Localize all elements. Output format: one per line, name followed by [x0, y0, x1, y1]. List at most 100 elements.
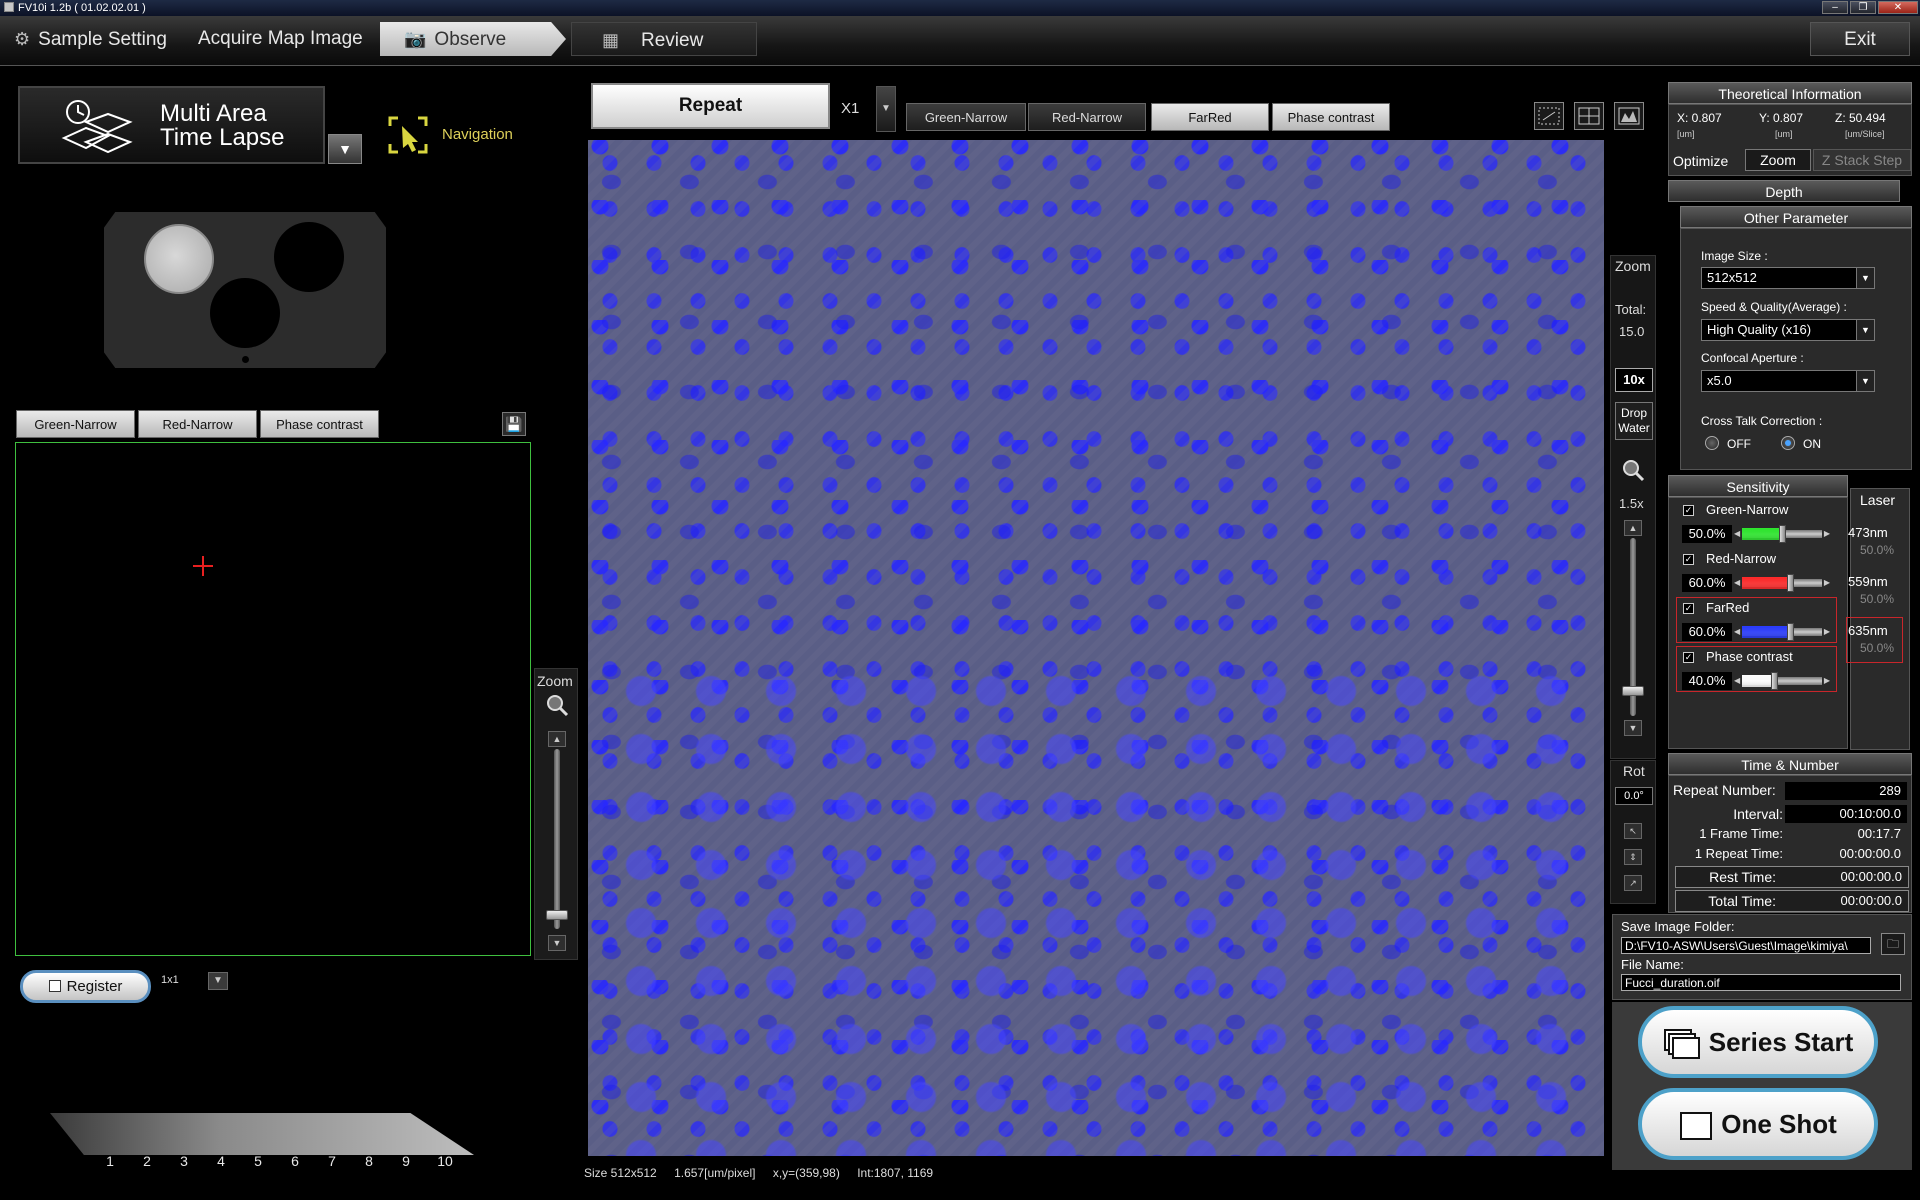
top-tab-phase-contrast[interactable]: Phase contrast: [1272, 103, 1390, 131]
timeline-point[interactable]: 9: [396, 1153, 416, 1169]
cross-talk-off-radio[interactable]: [1705, 436, 1719, 450]
timeline-point[interactable]: 4: [211, 1153, 231, 1169]
file-name-field[interactable]: Fucci_duration.oif: [1621, 974, 1901, 991]
sensitivity-value[interactable]: 40.0%: [1682, 672, 1732, 690]
sensitivity-slider[interactable]: ◀ ▶: [1734, 671, 1830, 691]
slider-left-arrow-icon[interactable]: ◀: [1734, 578, 1740, 587]
top-tab-farred[interactable]: FarRed: [1151, 103, 1269, 131]
sensitivity-value[interactable]: 50.0%: [1682, 525, 1732, 543]
repeat-count-dropdown[interactable]: ▼: [876, 86, 896, 132]
laser-power[interactable]: 50.0%: [1860, 592, 1894, 606]
minimize-button[interactable]: –: [1822, 1, 1848, 14]
timeline-point[interactable]: 6: [285, 1153, 305, 1169]
sensitivity-slider[interactable]: ◀ ▶: [1734, 573, 1830, 593]
depth-tab[interactable]: Depth: [1668, 180, 1900, 202]
objective-10x-button[interactable]: 10x: [1615, 368, 1653, 392]
browse-folder-icon[interactable]: 🗀: [1881, 933, 1905, 955]
one-shot-button[interactable]: One Shot: [1638, 1088, 1878, 1160]
left-tab-phase-contrast[interactable]: Phase contrast: [260, 410, 379, 438]
top-tab-green-narrow[interactable]: Green-Narrow: [906, 103, 1026, 131]
speed-quality-select[interactable]: High Quality (x16) ▼: [1701, 319, 1875, 341]
timeline-point[interactable]: 2: [137, 1153, 157, 1169]
top-tab-red-narrow[interactable]: Red-Narrow: [1028, 103, 1146, 131]
save-icon[interactable]: 💾: [502, 412, 526, 436]
grid-icon: ▦: [602, 30, 620, 50]
speed-quality-value: High Quality (x16): [1707, 322, 1812, 337]
register-button[interactable]: Register: [20, 970, 151, 1003]
slider-left-arrow-icon[interactable]: ◀: [1734, 529, 1740, 538]
sensitivity-slider[interactable]: ◀ ▶: [1734, 622, 1830, 642]
nav-observe[interactable]: 📷 Observe: [380, 22, 566, 56]
timeline-point[interactable]: 8: [359, 1153, 379, 1169]
well-3[interactable]: [210, 278, 280, 348]
nav-acquire-map-image[interactable]: Acquire Map Image: [188, 22, 373, 56]
slider-knob[interactable]: [1787, 623, 1794, 641]
sensitivity-checkbox[interactable]: ✓: [1683, 505, 1694, 516]
mode-selector[interactable]: Multi Area Time Lapse: [18, 86, 325, 164]
interval-field[interactable]: 00:10:00.0: [1785, 805, 1907, 823]
chevron-down-icon: ▼: [1856, 268, 1874, 288]
rotate-reset-button[interactable]: ⇕: [1624, 849, 1642, 865]
roi-icon[interactable]: [1534, 102, 1564, 130]
slider-knob[interactable]: [1787, 574, 1794, 592]
well-1[interactable]: [144, 224, 214, 294]
drop-water-button[interactable]: Drop Water: [1615, 402, 1653, 440]
zoom-up-button[interactable]: ▲: [1624, 520, 1642, 536]
sensitivity-value[interactable]: 60.0%: [1682, 623, 1732, 641]
map-zoom-track[interactable]: [554, 749, 560, 929]
left-tab-red-narrow[interactable]: Red-Narrow: [138, 410, 257, 438]
repeat-number-field[interactable]: 289: [1785, 782, 1907, 800]
navigation-label[interactable]: Navigation: [442, 126, 513, 143]
timeline-point[interactable]: 1: [100, 1153, 120, 1169]
slider-knob[interactable]: [1779, 525, 1786, 543]
rotation-value[interactable]: 0.0°: [1615, 787, 1653, 805]
restore-button[interactable]: ❐: [1850, 1, 1876, 14]
zoom-down-button[interactable]: ▼: [1624, 720, 1642, 736]
confocal-aperture-select[interactable]: x5.0 ▼: [1701, 370, 1875, 392]
left-tab-green-narrow[interactable]: Green-Narrow: [16, 410, 135, 438]
exit-button[interactable]: Exit: [1810, 22, 1910, 56]
map-zoom-knob[interactable]: [546, 910, 568, 920]
zoom-knob[interactable]: [1622, 686, 1644, 696]
rotate-cw-button[interactable]: ↗: [1624, 875, 1642, 891]
slider-knob[interactable]: [1771, 672, 1778, 690]
slider-right-arrow-icon[interactable]: ▶: [1824, 578, 1830, 587]
grid-size-dropdown[interactable]: ▼: [208, 972, 228, 990]
sensitivity-checkbox[interactable]: ✓: [1683, 554, 1694, 565]
histogram-icon[interactable]: [1614, 102, 1644, 130]
navigation-icon[interactable]: [388, 116, 428, 154]
slider-right-arrow-icon[interactable]: ▶: [1824, 627, 1830, 636]
nav-review[interactable]: ▦ Review: [571, 22, 757, 56]
series-start-button[interactable]: Series Start: [1638, 1006, 1878, 1078]
timeline-point[interactable]: 7: [322, 1153, 342, 1169]
save-folder-field[interactable]: D:\FV10-ASW\Users\Guest\Image\kimiya\: [1621, 937, 1871, 954]
live-image-view[interactable]: [588, 140, 1604, 1156]
sensitivity-checkbox[interactable]: ✓: [1683, 652, 1694, 663]
timeline-point[interactable]: 5: [248, 1153, 268, 1169]
rotate-ccw-button[interactable]: ↖: [1624, 823, 1642, 839]
laser-power[interactable]: 50.0%: [1860, 543, 1894, 557]
optimize-zstack-button[interactable]: Z Stack Step: [1813, 149, 1911, 171]
sensitivity-value[interactable]: 60.0%: [1682, 574, 1732, 592]
cross-talk-on-radio[interactable]: [1781, 436, 1795, 450]
sensitivity-slider[interactable]: ◀ ▶: [1734, 524, 1830, 544]
timeline-point[interactable]: 10: [435, 1153, 455, 1169]
nav-sample-setting[interactable]: ⚙ Sample Setting: [4, 22, 177, 56]
close-window-button[interactable]: ✕: [1878, 1, 1918, 14]
repeat-button[interactable]: Repeat: [591, 83, 830, 129]
sensitivity-checkbox[interactable]: ✓: [1683, 603, 1694, 614]
mode-dropdown-button[interactable]: ▼: [328, 134, 362, 164]
slider-left-arrow-icon[interactable]: ◀: [1734, 627, 1740, 636]
optimize-zoom-button[interactable]: Zoom: [1745, 149, 1811, 171]
timeline-point[interactable]: 3: [174, 1153, 194, 1169]
well-2[interactable]: [274, 222, 344, 292]
tile-view-icon[interactable]: [1574, 102, 1604, 130]
slider-right-arrow-icon[interactable]: ▶: [1824, 529, 1830, 538]
map-zoom-up-button[interactable]: ▲: [548, 731, 566, 747]
slider-right-arrow-icon[interactable]: ▶: [1824, 676, 1830, 685]
timeline-bar[interactable]: [50, 1113, 474, 1155]
image-size-select[interactable]: 512x512 ▼: [1701, 267, 1875, 289]
map-view[interactable]: [15, 442, 531, 956]
map-zoom-down-button[interactable]: ▼: [548, 935, 566, 951]
slider-left-arrow-icon[interactable]: ◀: [1734, 676, 1740, 685]
